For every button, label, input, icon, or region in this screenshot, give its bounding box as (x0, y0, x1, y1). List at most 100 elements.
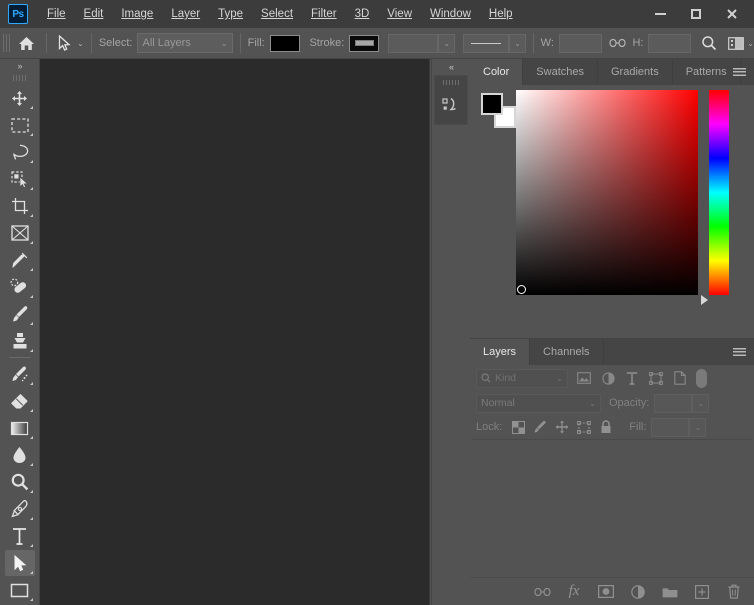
lock-image-pixels-icon[interactable] (529, 417, 551, 437)
stroke-width-dropdown[interactable]: ⌄ (438, 33, 455, 53)
options-bar-grip[interactable] (3, 34, 10, 52)
fill-swatch[interactable] (269, 34, 300, 52)
close-button[interactable] (714, 2, 750, 26)
properties-icon[interactable] (435, 88, 467, 124)
filter-pixel-icon[interactable] (572, 367, 596, 389)
menu-filter[interactable]: Filter (302, 0, 346, 28)
tab-layers[interactable]: Layers (470, 339, 531, 365)
layer-list[interactable] (472, 439, 752, 573)
link-layers-icon[interactable] (532, 582, 552, 602)
menu-file[interactable]: File (38, 0, 75, 28)
filter-smart-object-icon[interactable] (668, 367, 692, 389)
filter-adjustment-icon[interactable] (596, 367, 620, 389)
rectangle-tool[interactable] (5, 577, 35, 603)
quick-selection-tool[interactable] (5, 166, 35, 192)
pen-tool[interactable] (5, 496, 35, 522)
move-tool[interactable] (5, 85, 35, 111)
workspace-chevron-icon[interactable]: ⌄ (747, 39, 754, 48)
hue-slider[interactable] (709, 90, 729, 295)
eraser-tool[interactable] (5, 388, 35, 414)
chevron-down-icon: ⌄ (220, 38, 228, 48)
filter-type-icon[interactable] (620, 367, 644, 389)
canvas-empty-workspace[interactable] (40, 59, 430, 605)
new-layer-icon[interactable] (692, 582, 712, 602)
history-brush-tool[interactable] (5, 361, 35, 387)
layers-panel-menu-icon[interactable] (733, 339, 746, 365)
new-group-icon[interactable] (660, 582, 680, 602)
menu-view[interactable]: View (378, 0, 421, 28)
menu-help[interactable]: Help (480, 0, 522, 28)
rectangular-marquee-tool[interactable] (5, 112, 35, 138)
tab-swatches[interactable]: Swatches (523, 59, 598, 85)
lock-artboard-icon[interactable] (573, 417, 595, 437)
saturation-brightness-field[interactable] (516, 90, 698, 295)
toolbar-expand-button[interactable]: » (0, 59, 39, 73)
layer-filter-kind-dropdown[interactable]: Kind ⌄ (476, 368, 568, 388)
toolbar-grip[interactable] (12, 75, 27, 81)
tool-preset-chevron-icon[interactable]: ⌄ (77, 39, 84, 48)
menu-layer[interactable]: Layer (162, 0, 209, 28)
spot-healing-brush-tool[interactable] (5, 274, 35, 300)
lock-label: Lock: (476, 421, 503, 433)
dock-collapse-button[interactable]: « (432, 59, 470, 75)
layer-filter-toggle[interactable] (696, 368, 707, 388)
workspace-icon[interactable] (726, 36, 745, 50)
chevron-down-icon: ⌄ (589, 398, 596, 408)
menu-type[interactable]: Type (209, 0, 252, 28)
blend-mode-dropdown[interactable]: Normal ⌄ (476, 393, 601, 413)
select-dropdown[interactable]: All Layers ⌄ (137, 33, 233, 53)
stroke-width-field[interactable] (388, 33, 439, 53)
stroke-style-dropdown[interactable] (462, 33, 510, 53)
tab-color[interactable]: Color (470, 59, 524, 85)
gradient-tool[interactable] (5, 415, 35, 441)
blur-tool[interactable] (5, 442, 35, 468)
menu-3d[interactable]: 3D (346, 0, 379, 28)
fill-field[interactable] (651, 417, 690, 437)
layer-style-fx-icon[interactable]: fx (564, 582, 584, 602)
foreground-color-swatch[interactable] (481, 93, 503, 115)
layers-panel-tabs: Layers Channels (470, 339, 754, 365)
fill-label: Fill: (629, 421, 647, 433)
tab-gradients[interactable]: Gradients (598, 59, 673, 85)
clone-stamp-tool[interactable] (5, 328, 35, 354)
search-icon[interactable] (699, 35, 720, 51)
brush-tool[interactable] (5, 301, 35, 327)
menu-select[interactable]: Select (252, 0, 302, 28)
delete-layer-icon[interactable] (724, 582, 744, 602)
lock-all-icon[interactable] (595, 417, 617, 437)
opacity-field[interactable] (654, 393, 693, 413)
link-icon[interactable] (609, 38, 627, 48)
stroke-swatch[interactable] (349, 34, 380, 52)
lock-position-icon[interactable] (551, 417, 573, 437)
search-icon (481, 373, 491, 383)
new-adjustment-layer-icon[interactable] (628, 582, 648, 602)
filter-shape-icon[interactable] (644, 367, 668, 389)
tab-channels[interactable]: Channels (530, 339, 604, 365)
path-selection-tool[interactable] (4, 550, 35, 576)
eyedropper-tool[interactable] (5, 247, 35, 273)
dodge-tool[interactable] (5, 469, 35, 495)
height-field[interactable] (648, 33, 692, 53)
maximize-button[interactable] (678, 2, 714, 26)
blend-mode-row: Normal ⌄ Opacity: ⌄ (470, 391, 754, 415)
dock-grip[interactable] (443, 80, 459, 85)
menu-image[interactable]: Image (112, 0, 162, 28)
foreground-background-swatches (481, 93, 516, 128)
fill-dropdown[interactable]: ⌄ (689, 417, 707, 437)
color-panel-menu-icon[interactable] (733, 59, 746, 85)
options-active-tool-icon[interactable] (54, 32, 75, 54)
tab-patterns[interactable]: Patterns (672, 59, 741, 85)
menu-edit[interactable]: Edit (75, 0, 113, 28)
stroke-style-chevron[interactable]: ⌄ (509, 33, 526, 53)
lasso-tool[interactable] (5, 139, 35, 165)
menu-window[interactable]: Window (421, 0, 480, 28)
crop-tool[interactable] (5, 193, 35, 219)
opacity-dropdown[interactable]: ⌄ (692, 393, 710, 413)
frame-tool[interactable] (5, 220, 35, 246)
minimize-button[interactable] (642, 2, 678, 26)
width-field[interactable] (558, 33, 602, 53)
lock-transparency-icon[interactable] (507, 417, 529, 437)
add-layer-mask-icon[interactable] (596, 582, 616, 602)
home-icon[interactable] (14, 32, 39, 54)
type-tool[interactable] (5, 523, 35, 549)
